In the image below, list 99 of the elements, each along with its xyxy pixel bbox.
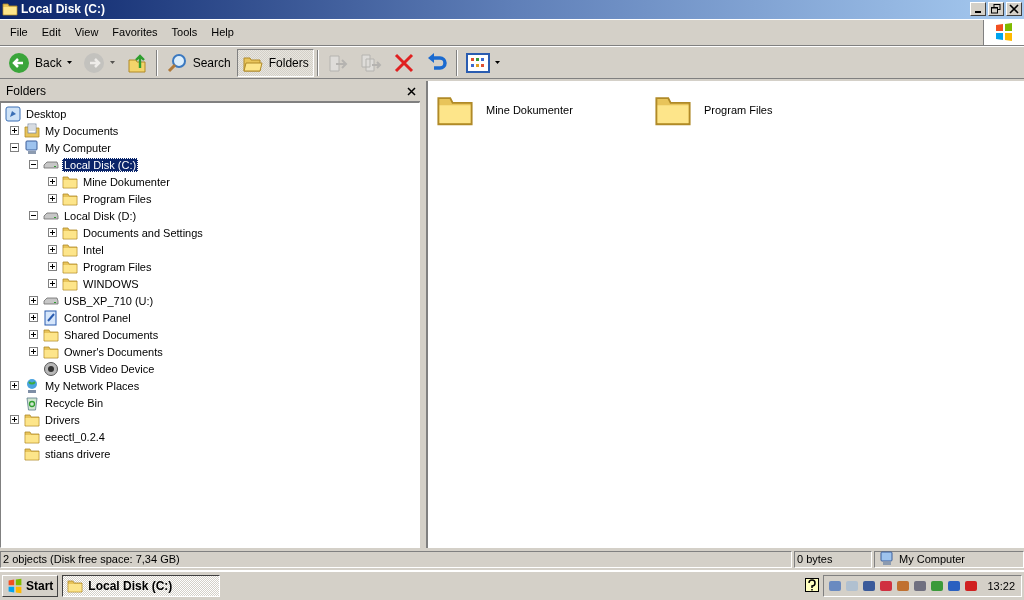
tree-item[interactable]: Program Files: [81, 191, 154, 206]
copy-to-icon: [359, 51, 382, 74]
expand-toggle[interactable]: [29, 347, 38, 357]
status-size: 0 bytes: [797, 553, 833, 566]
folder-icon: [62, 275, 78, 292]
computer-icon: [879, 551, 895, 568]
caret-icon: [109, 61, 115, 65]
tree-item[interactable]: Mine Dokumenter: [81, 174, 172, 189]
expand-toggle[interactable]: [29, 296, 38, 306]
minimize-button[interactable]: [970, 2, 986, 17]
views-icon: [465, 52, 490, 73]
tree-item[interactable]: Intel: [81, 242, 106, 257]
recycle-bin-icon: [24, 394, 40, 411]
tree-item[interactable]: Desktop: [24, 106, 69, 121]
caret-icon: [66, 61, 72, 65]
caret-icon: [494, 61, 500, 65]
tree-item[interactable]: Owner's Documents: [62, 344, 165, 359]
expand-toggle[interactable]: [48, 177, 57, 187]
tree-item[interactable]: Local Disk (C:): [62, 157, 139, 172]
desktop-icon: [5, 105, 21, 122]
expand-toggle[interactable]: [10, 126, 19, 136]
tree-item[interactable]: USB_XP_710 (U:): [62, 293, 156, 308]
folder-icon: [62, 258, 78, 275]
tree-item[interactable]: Documents and Settings: [81, 225, 205, 240]
menu-item[interactable]: File: [3, 24, 35, 41]
expand-toggle[interactable]: [10, 415, 19, 425]
minimize-icon: [975, 11, 981, 14]
tree-item[interactable]: USB Video Device: [62, 361, 157, 376]
close-icon[interactable]: [407, 86, 416, 96]
folder-icon: [24, 445, 40, 462]
tree-item[interactable]: WINDOWS: [81, 276, 141, 291]
tree-item[interactable]: Shared Documents: [62, 327, 161, 342]
help-icon[interactable]: [805, 578, 820, 595]
back-button[interactable]: Back: [3, 48, 77, 77]
folder-icon: [24, 411, 40, 428]
expand-toggle[interactable]: [29, 330, 38, 340]
folder-icon: [62, 224, 78, 241]
window-title: Local Disk (C:): [21, 2, 106, 17]
expand-toggle[interactable]: [10, 381, 19, 391]
windows-flag-icon: [7, 578, 23, 595]
expand-toggle[interactable]: [48, 245, 57, 255]
folder-icon: [62, 190, 78, 207]
start-button[interactable]: Start: [2, 575, 59, 598]
search-icon: [165, 51, 188, 74]
folder-icon: [62, 241, 78, 258]
tree-item[interactable]: Local Disk (D:): [62, 208, 139, 223]
expand-toggle[interactable]: [48, 228, 57, 238]
window-icon: [2, 1, 18, 18]
tree-item[interactable]: My Computer: [43, 140, 114, 155]
control-panel-icon: [43, 309, 59, 326]
expand-toggle[interactable]: [48, 279, 57, 289]
folders-button[interactable]: Folders: [236, 48, 314, 77]
menu-item[interactable]: Tools: [164, 24, 205, 41]
close-icon: [1009, 4, 1019, 15]
tree-item[interactable]: Control Panel: [62, 310, 133, 325]
tray-icon[interactable]: [947, 579, 962, 594]
computer-icon: [24, 139, 40, 156]
folder-icon: [67, 578, 84, 595]
menu-item[interactable]: Help: [204, 24, 241, 41]
folder-icon: [24, 428, 40, 445]
folder-icon: [43, 326, 59, 343]
restore-button[interactable]: [988, 2, 1004, 17]
folder-icon: [43, 343, 59, 360]
tray-icon[interactable]: [879, 579, 894, 594]
menu-item[interactable]: Favorites: [105, 24, 165, 41]
camera-icon: [43, 360, 59, 377]
windows-flag-icon: [994, 22, 1014, 43]
search-button[interactable]: Search: [160, 48, 236, 77]
expand-toggle[interactable]: [29, 313, 38, 323]
collapse-toggle[interactable]: [29, 211, 38, 221]
tree-item[interactable]: Drivers: [43, 412, 82, 427]
expand-toggle[interactable]: [48, 262, 57, 272]
tree-item[interactable]: Recycle Bin: [43, 395, 106, 410]
tree-item[interactable]: eeectl_0.2.4: [43, 429, 107, 444]
status-zone: My Computer: [899, 553, 966, 566]
tray-icon[interactable]: [862, 579, 877, 594]
status-text: 2 objects (Disk free space: 7,34 GB): [3, 553, 180, 566]
close-button[interactable]: [1006, 2, 1022, 17]
folder-icon: [62, 173, 78, 190]
collapse-toggle[interactable]: [29, 160, 38, 170]
collapse-toggle[interactable]: [10, 143, 19, 153]
tree-item[interactable]: My Network Places: [43, 378, 142, 393]
tray-icon[interactable]: [913, 579, 928, 594]
documents-icon: [24, 122, 40, 139]
tree-item[interactable]: stians drivere: [43, 446, 113, 461]
menu-item[interactable]: Edit: [34, 24, 68, 41]
tree-item[interactable]: My Documents: [43, 123, 121, 138]
expand-toggle[interactable]: [48, 194, 57, 204]
network-icon: [24, 377, 40, 394]
pane-title: Folders: [6, 84, 47, 99]
tree-item[interactable]: Program Files: [81, 259, 154, 274]
taskbar-button[interactable]: Local Disk (C:): [62, 575, 221, 598]
clock: 13:22: [987, 580, 1015, 593]
file-name[interactable]: Program Files: [702, 103, 775, 118]
menu-item[interactable]: View: [67, 24, 106, 41]
tray-icon[interactable]: [964, 579, 979, 594]
restore-icon: [991, 4, 1001, 15]
file-name[interactable]: Mine Dokumenter: [484, 103, 575, 118]
delete-icon: [392, 51, 415, 74]
